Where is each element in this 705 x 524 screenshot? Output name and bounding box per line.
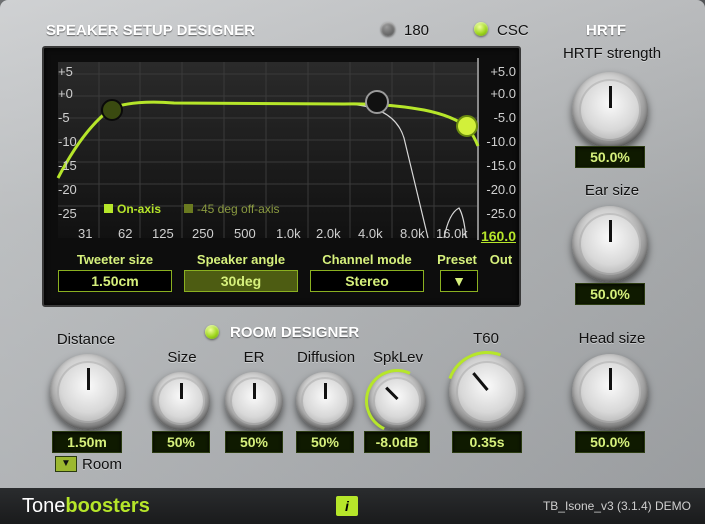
distance-value: 1.50m [52, 431, 122, 453]
size-label: Size [167, 349, 197, 366]
ear-size-knob[interactable] [572, 206, 648, 282]
knob-indicator [180, 383, 183, 399]
er-knob[interactable] [225, 372, 283, 430]
y-right-label: +0.0 [490, 86, 516, 101]
head-size-label: Head size [578, 330, 646, 347]
frequency-response-graph[interactable] [44, 48, 519, 248]
y-axis-right: +5.0 +0.0 -5.0 -10.0 -15.0 -20.0 -25.0 1… [481, 64, 518, 244]
y-right-label: -5.0 [493, 110, 516, 125]
er-label: ER [243, 349, 265, 366]
x-label: 1.0k [276, 226, 301, 241]
y-left-label: +5 [58, 64, 73, 79]
diffusion-label: Diffusion [296, 349, 356, 366]
x-label: 125 [152, 226, 174, 241]
spklev-knob[interactable] [355, 359, 439, 443]
y-left-label: -20 [58, 182, 77, 197]
room-toggle-label: Room [82, 456, 123, 473]
distance-label: Distance [56, 331, 116, 348]
knob-indicator [609, 220, 612, 242]
legend-off-axis: -45 deg off-axis [184, 202, 280, 216]
diffusion-knob[interactable] [296, 372, 354, 430]
ear-size-value: 50.0% [575, 283, 645, 305]
y-left-label: -10 [58, 134, 77, 149]
legend-on-label: On-axis [117, 202, 162, 216]
size-value: 50% [152, 431, 210, 453]
channel-mode-label: Channel mode [322, 252, 412, 267]
x-axis: 31 62 125 250 500 1.0k 2.0k 4.0k 8.0k 16… [58, 226, 478, 244]
tweeter-size-label: Tweeter size [76, 252, 154, 267]
preset-label: Preset [437, 252, 477, 267]
x-label: 8.0k [400, 226, 425, 241]
output-peak-value: 160.0 [480, 228, 516, 244]
y-left-label: -15 [58, 158, 77, 173]
speaker-display: +5 +0 -5 -10 -15 -20 -25 +5.0 +0.0 -5.0 … [42, 46, 521, 307]
knob-indicator [609, 86, 612, 108]
knob-indicator [253, 383, 256, 399]
spklev-label: SpkLev [372, 349, 424, 366]
knob-indicator [609, 368, 612, 390]
footer-bar: Toneboosters i TB_Isone_v3 (3.1.4) DEMO [0, 488, 705, 524]
spklev-value: -8.0dB [364, 431, 430, 453]
mode-csc-label[interactable]: CSC [497, 22, 529, 39]
x-label: 2.0k [316, 226, 341, 241]
x-label: 500 [234, 226, 256, 241]
mid-handle[interactable] [365, 90, 389, 114]
room-designer-title: ROOM DESIGNER [230, 324, 360, 341]
hrtf-strength-label: HRTF strength [562, 45, 662, 62]
speaker-angle-label: Speaker angle [196, 252, 286, 267]
y-right-label: -10.0 [486, 134, 516, 149]
hrtf-strength-value: 50.0% [575, 146, 645, 168]
y-right-label: -20.0 [486, 182, 516, 197]
y-right-label: +5.0 [490, 64, 516, 79]
high-handle[interactable] [456, 115, 478, 137]
version-text: TB_Isone_v3 (3.1.4) DEMO [542, 499, 691, 513]
hrtf-strength-knob[interactable] [572, 72, 648, 148]
brand-logo: Toneboosters [22, 495, 150, 518]
info-icon[interactable]: i [336, 496, 358, 516]
hrtf-title: HRTF [586, 22, 626, 39]
y-left-label: +0 [58, 86, 73, 101]
legend-off-label: -45 deg off-axis [197, 202, 280, 216]
room-toggle-button[interactable]: ▼ [55, 456, 77, 472]
x-label: 4.0k [358, 226, 383, 241]
legend-on-axis: On-axis [104, 202, 161, 216]
tweeter-size-field[interactable]: 1.50cm [58, 270, 172, 292]
low-handle[interactable] [101, 99, 123, 121]
ear-size-label: Ear size [584, 182, 640, 199]
brand-boosters: boosters [65, 495, 150, 517]
knob-indicator [87, 368, 90, 390]
y-left-label: -5 [58, 110, 70, 125]
speaker-setup-title: SPEAKER SETUP DESIGNER [46, 22, 255, 39]
speaker-angle-field[interactable]: 30deg [184, 270, 298, 292]
preset-dropdown-button[interactable]: ▼ [440, 270, 478, 292]
er-value: 50% [225, 431, 283, 453]
legend-off-swatch [184, 204, 193, 213]
room-designer-led[interactable] [205, 325, 219, 339]
t60-knob[interactable] [432, 337, 542, 447]
x-label: 250 [192, 226, 214, 241]
channel-mode-field[interactable]: Stereo [310, 270, 424, 292]
head-size-knob[interactable] [572, 354, 648, 430]
size-knob[interactable] [152, 372, 210, 430]
y-right-label: -15.0 [486, 158, 516, 173]
x-label: 16.0k [436, 226, 468, 241]
y-right-label: -25.0 [486, 206, 516, 221]
x-label: 31 [78, 226, 93, 241]
mode-180-label[interactable]: 180 [404, 22, 429, 39]
t60-label: T60 [473, 330, 499, 347]
knob-indicator [324, 383, 327, 399]
mode-csc-led[interactable] [474, 22, 488, 36]
brand-tone: Tone [22, 495, 66, 517]
head-size-value: 50.0% [575, 431, 645, 453]
x-label: 62 [118, 226, 133, 241]
y-axis-left: +5 +0 -5 -10 -15 -20 -25 [58, 64, 98, 224]
distance-knob[interactable] [50, 354, 126, 430]
out-label: Out [489, 252, 513, 267]
y-left-label: -25 [58, 206, 77, 221]
legend-on-swatch [104, 204, 113, 213]
diffusion-value: 50% [296, 431, 354, 453]
t60-value: 0.35s [452, 431, 522, 453]
mode-180-led[interactable] [381, 22, 395, 36]
